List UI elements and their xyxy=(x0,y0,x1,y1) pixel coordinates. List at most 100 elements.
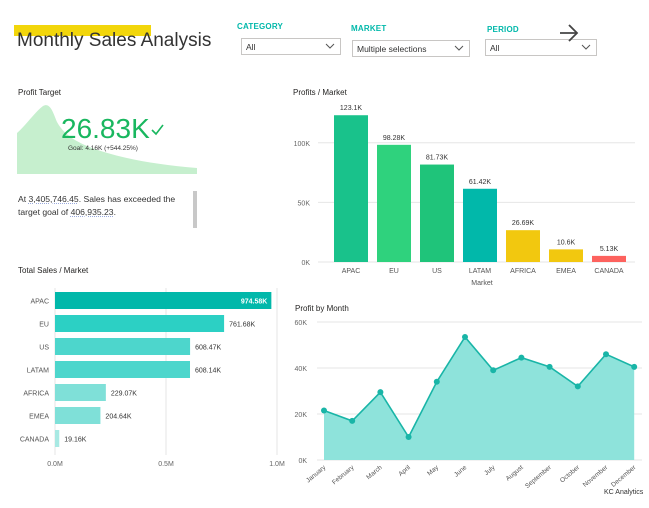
x-tick-label: EMEA xyxy=(556,268,576,275)
period-slicer-label: PERIOD xyxy=(487,25,519,34)
data-point xyxy=(377,389,384,396)
chevron-down-icon xyxy=(454,45,464,51)
x-tick-label: EU xyxy=(389,268,399,275)
x-tick-label: AFRICA xyxy=(510,268,536,275)
bar xyxy=(55,430,60,447)
y-tick-label: CANADA xyxy=(20,437,50,444)
data-point xyxy=(490,367,497,374)
arrow-right-icon[interactable] xyxy=(558,22,580,44)
footer-credit: KC Analytics xyxy=(604,489,644,496)
y-tick-label: 100K xyxy=(294,141,311,148)
x-tick-label: November xyxy=(582,464,610,489)
sales-amount: 3,405,746.45 xyxy=(28,194,79,204)
y-tick-label: 20K xyxy=(295,412,308,419)
period-dropdown-value: All xyxy=(490,43,500,53)
data-label: 608.14K xyxy=(195,368,221,375)
bar xyxy=(506,230,540,262)
x-tick-label: January xyxy=(305,464,328,485)
x-tick-label: June xyxy=(453,464,469,479)
sales-summary-text: At 3,405,746.45. Sales has exceeded the … xyxy=(18,194,176,217)
x-tick-label: 0.0M xyxy=(47,461,63,468)
data-point xyxy=(462,333,468,340)
sales-goal-amount: 406,935.23 xyxy=(70,206,114,217)
checkmark-icon xyxy=(151,124,164,136)
y-tick-label: 0K xyxy=(298,458,307,465)
x-tick-label: February xyxy=(331,464,356,487)
x-tick-label: May xyxy=(426,464,440,478)
x-tick-label: April xyxy=(397,464,412,478)
x-tick-label: LATAM xyxy=(469,268,491,275)
x-tick-label: March xyxy=(365,464,384,481)
bar xyxy=(592,255,626,262)
x-tick-label: 0.5M xyxy=(158,461,174,468)
bar xyxy=(334,115,368,262)
y-tick-label: 0K xyxy=(301,260,310,267)
data-label: 974.58K xyxy=(241,299,267,306)
data-label: 81.73K xyxy=(426,155,449,162)
x-tick-label: October xyxy=(559,464,582,485)
data-label: 608.47K xyxy=(195,345,221,352)
data-point xyxy=(349,417,356,424)
category-dropdown[interactable]: All xyxy=(241,38,341,55)
total-sales-market-chart: 0.0M 0.5M 1.0MAPAC 974.58KEU 761.68KUS 608.47… xyxy=(20,288,285,468)
bar xyxy=(55,361,191,378)
kpi-value: 26.83K xyxy=(61,113,164,145)
text-scrollbar[interactable] xyxy=(193,191,197,228)
y-tick-label: EMEA xyxy=(29,414,49,421)
x-tick-label: July xyxy=(483,464,497,477)
data-label: 123.1K xyxy=(340,105,363,112)
y-tick-label: EU xyxy=(39,322,49,329)
data-point xyxy=(518,354,525,361)
category-dropdown-value: All xyxy=(246,42,256,52)
data-point xyxy=(405,434,412,440)
data-label: 26.69K xyxy=(512,220,535,227)
bar xyxy=(549,249,583,262)
profits-market-chart: 0K 50K 100K 123.1K APAC 98.28K EU 81.73K US 61.42… xyxy=(294,105,635,287)
x-tick-label: August xyxy=(505,464,525,482)
data-label: 229.07K xyxy=(111,391,137,398)
bar xyxy=(55,315,225,332)
y-tick-label: LATAM xyxy=(27,368,49,375)
x-tick-label: December xyxy=(610,464,638,489)
kpi-goal: Goal: 4.16K (+544.25%) xyxy=(68,145,138,152)
chevron-down-icon xyxy=(325,43,335,49)
bar xyxy=(55,338,191,355)
market-slicer-label: MARKET xyxy=(351,24,387,33)
profits-market-title: Profits / Market xyxy=(293,88,347,97)
data-point xyxy=(433,378,440,385)
chevron-down-icon xyxy=(581,44,591,50)
y-tick-label: 40K xyxy=(295,366,308,373)
data-point xyxy=(321,407,327,414)
bar xyxy=(463,188,497,262)
area-fill xyxy=(324,336,635,460)
data-point xyxy=(546,363,553,370)
data-label: 10.6K xyxy=(557,239,576,246)
data-point xyxy=(603,351,609,358)
x-axis-title: Market xyxy=(471,280,492,287)
profit-target-title: Profit Target xyxy=(18,88,61,97)
profit-by-month-chart: 0K 20K 40K 60K January February March April May J… xyxy=(295,320,642,490)
data-label: 204.64K xyxy=(105,414,131,421)
market-dropdown[interactable]: Multiple selections xyxy=(352,40,470,57)
y-tick-label: US xyxy=(39,345,49,352)
x-tick-label: US xyxy=(432,268,442,275)
y-tick-label: AFRICA xyxy=(23,391,49,398)
x-tick-label: September xyxy=(524,464,553,490)
x-tick-label: APAC xyxy=(342,268,361,275)
y-tick-label: 50K xyxy=(298,200,311,207)
bar xyxy=(55,407,101,424)
period-dropdown[interactable]: All xyxy=(485,39,597,56)
bar xyxy=(377,144,411,262)
bar xyxy=(420,164,454,262)
data-label: 761.68K xyxy=(229,322,255,329)
market-dropdown-value: Multiple selections xyxy=(357,44,427,54)
bar xyxy=(55,292,272,309)
bar xyxy=(55,384,106,401)
data-label: 5.13K xyxy=(600,246,619,253)
y-tick-label: APAC xyxy=(30,299,49,306)
data-label: 19.16K xyxy=(64,437,87,444)
data-point xyxy=(574,383,581,390)
data-point xyxy=(631,363,638,370)
data-label: 98.28K xyxy=(383,135,406,142)
data-label: 61.42K xyxy=(469,179,492,186)
